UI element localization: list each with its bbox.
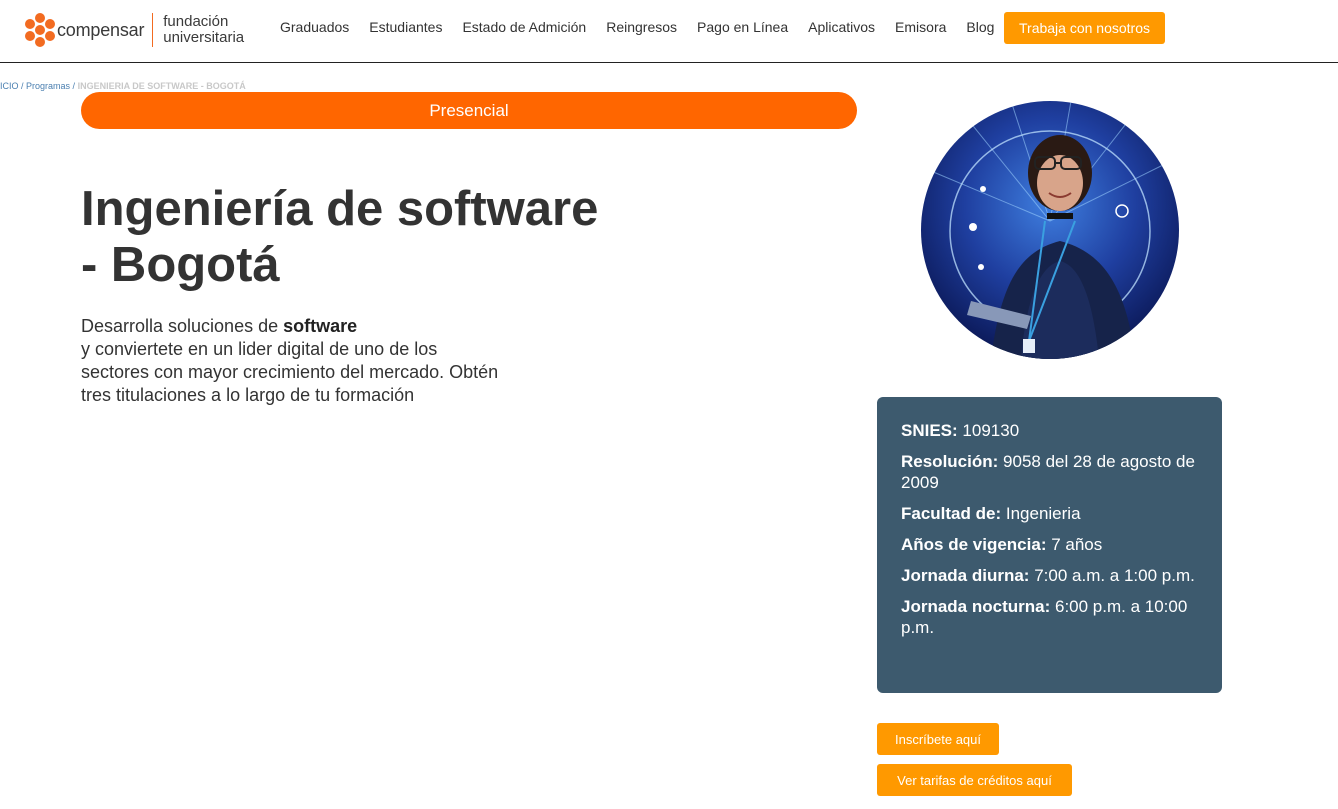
info-value: 7:00 a.m. a 1:00 p.m. [1034,566,1195,585]
info-value: 109130 [962,421,1020,440]
breadcrumb: ICIO / Programas / INGENIERIA DE SOFTWAR… [0,81,246,91]
modality-badge: Presencial [81,92,857,129]
info-faculty: Facultad de: Ingenieria [901,503,1198,524]
nav-graduados[interactable]: Graduados [280,19,349,35]
nav-estudiantes[interactable]: Estudiantes [369,19,442,35]
logo-subtitle: fundación universitaria [163,14,244,46]
program-intro: Desarrolla soluciones de software y conv… [81,315,501,407]
main-nav: Graduados Estudiantes Estado de Admición… [280,19,1014,35]
nav-pago-en-linea[interactable]: Pago en Línea [697,19,788,35]
nav-reingresos[interactable]: Reingresos [606,19,677,35]
info-label: Resolución: [901,452,999,471]
info-resolution: Resolución: 9058 del 28 de agosto de 200… [901,451,1198,493]
nav-blog[interactable]: Blog [966,19,994,35]
info-label: SNIES: [901,421,958,440]
breadcrumb-programs[interactable]: Programas [26,81,70,91]
student-photo-illustration [921,101,1179,359]
info-day-schedule: Jornada diurna: 7:00 a.m. a 1:00 p.m. [901,565,1198,586]
page-title: Ingeniería de software - Bogotá [81,182,599,292]
info-value: Ingenieria [1005,504,1081,523]
info-value: 7 años [1051,535,1103,554]
info-label: Jornada nocturna: [901,597,1051,616]
info-label: Jornada diurna: [901,566,1030,585]
logo-subtitle-line2: universitaria [163,29,245,46]
logo-brand: compensar [57,19,145,40]
breadcrumb-current: INGENIERIA DE SOFTWARE - BOGOTÁ [77,81,246,91]
nav-aplicativos[interactable]: Aplicativos [808,19,875,35]
program-info-card: SNIES: 109130 Resolución: 9058 del 28 de… [877,397,1222,693]
site-header: compensar fundación universitaria Gradua… [0,0,1338,63]
logo-divider [152,13,154,47]
breadcrumb-separator: / [18,81,27,91]
work-with-us-button[interactable]: Trabaja con nosotros [1004,12,1165,44]
intro-lead: Desarrolla soluciones de [81,316,284,336]
info-night-schedule: Jornada nocturna: 6:00 p.m. a 10:00 p.m. [901,596,1198,638]
breadcrumb-home[interactable]: ICIO [0,81,19,91]
info-label: Años de vigencia: [901,535,1047,554]
logo[interactable]: compensar fundación universitaria [24,12,244,48]
intro-rest: y conviertete en un lider digital de uno… [81,339,499,405]
student-photo [921,101,1179,359]
intro-highlight: software [283,316,358,336]
logo-icon [24,13,56,47]
nav-emisora[interactable]: Emisora [895,19,946,35]
credit-rates-button[interactable]: Ver tarifas de créditos aquí [877,764,1072,796]
breadcrumb-separator: / [70,81,78,91]
nav-estado-admicion[interactable]: Estado de Admición [462,19,586,35]
info-validity: Años de vigencia: 7 años [901,534,1198,555]
logo-subtitle-line1: fundación [163,13,229,30]
enroll-button[interactable]: Inscríbete aquí [877,723,999,755]
info-label: Facultad de: [901,504,1002,523]
info-snies: SNIES: 109130 [901,420,1198,441]
